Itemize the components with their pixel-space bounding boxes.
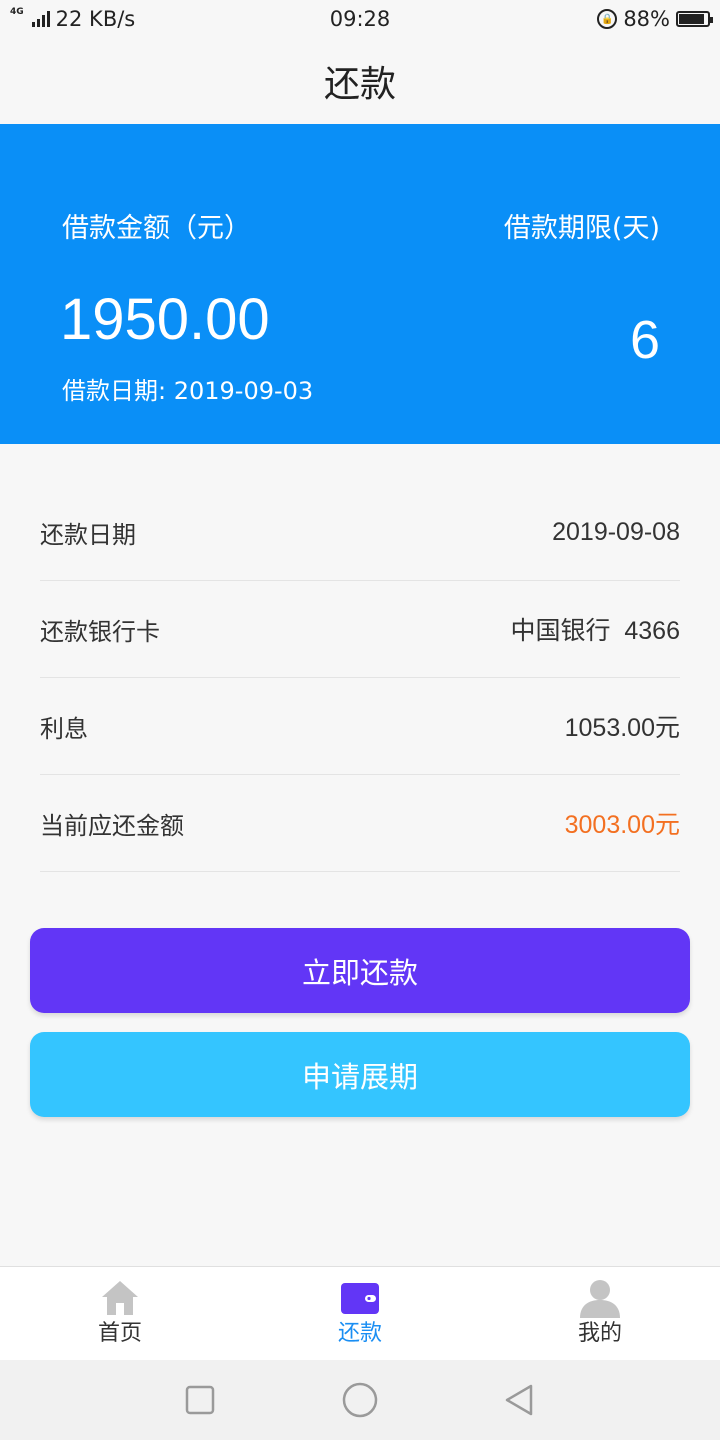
repayment-date-label: 还款日期 <box>40 520 136 549</box>
loan-amount-value: 1950.00 <box>60 287 270 352</box>
repayment-date-row: 还款日期 2019-09-08 <box>40 484 680 581</box>
title-bar: 还款 <box>0 38 720 124</box>
network-type: 4G <box>10 7 24 17</box>
nav-label-home: 首页 <box>97 1321 142 1346</box>
interest-row: 利息 1053.00元 <box>40 678 680 775</box>
repayment-date-value: 2019-09-08 <box>552 517 680 546</box>
bank-card-row[interactable]: 还款银行卡 中国银行 4366 <box>40 581 680 678</box>
amount-due-label: 当前应还金额 <box>40 811 184 840</box>
battery-percent: 88% <box>623 7 670 31</box>
repayment-details: 还款日期 2019-09-08 还款银行卡 中国银行 4366 利息 1053.… <box>40 484 680 872</box>
system-nav-bar <box>0 1360 720 1440</box>
nav-label-repay: 还款 <box>337 1321 382 1346</box>
loan-date: 借款日期: 2019-09-03 <box>62 377 314 405</box>
back-button[interactable] <box>500 1380 540 1420</box>
loan-amount-label: 借款金额（元） <box>62 213 251 244</box>
status-left: 4G 22 KB/s <box>10 7 135 31</box>
status-bar: 4G 22 KB/s 09:28 🔒 88% <box>0 0 720 38</box>
recent-apps-button[interactable] <box>180 1380 220 1420</box>
repay-now-button[interactable]: 立即还款 <box>30 928 690 1013</box>
amount-due-row: 当前应还金额 3003.00元 <box>40 775 680 872</box>
nav-label-mine: 我的 <box>577 1321 622 1346</box>
home-button[interactable] <box>340 1380 380 1420</box>
interest-value: 1053.00元 <box>564 714 680 742</box>
bottom-nav: 首页 还款 我的 <box>0 1266 720 1360</box>
nav-item-mine[interactable]: 我的 <box>480 1267 720 1360</box>
status-right: 🔒 88% <box>597 7 713 31</box>
battery-icon <box>676 11 713 27</box>
apply-extension-button[interactable]: 申请展期 <box>30 1032 690 1117</box>
interest-label: 利息 <box>40 714 88 743</box>
battery-fill <box>679 14 704 24</box>
user-icon <box>580 1278 620 1318</box>
loan-term-label: 借款期限(天) <box>503 213 660 244</box>
nav-item-home[interactable]: 首页 <box>0 1267 240 1360</box>
home-icon <box>100 1278 140 1318</box>
rotation-lock-icon: 🔒 <box>597 9 618 29</box>
wallet-icon <box>340 1278 380 1318</box>
page-title: 还款 <box>323 64 396 105</box>
nav-item-repay[interactable]: 还款 <box>240 1267 480 1360</box>
bank-card-value: 中国银行 4366 <box>510 617 680 645</box>
loan-summary-card: 借款金额（元） 借款期限(天) 1950.00 6 借款日期: 2019-09-… <box>0 124 720 444</box>
loan-term-value: 6 <box>629 310 660 370</box>
signal-icon <box>31 11 50 27</box>
bank-card-label: 还款银行卡 <box>40 617 160 646</box>
amount-due-value: 3003.00元 <box>564 811 680 839</box>
network-speed: 22 KB/s <box>55 7 136 31</box>
